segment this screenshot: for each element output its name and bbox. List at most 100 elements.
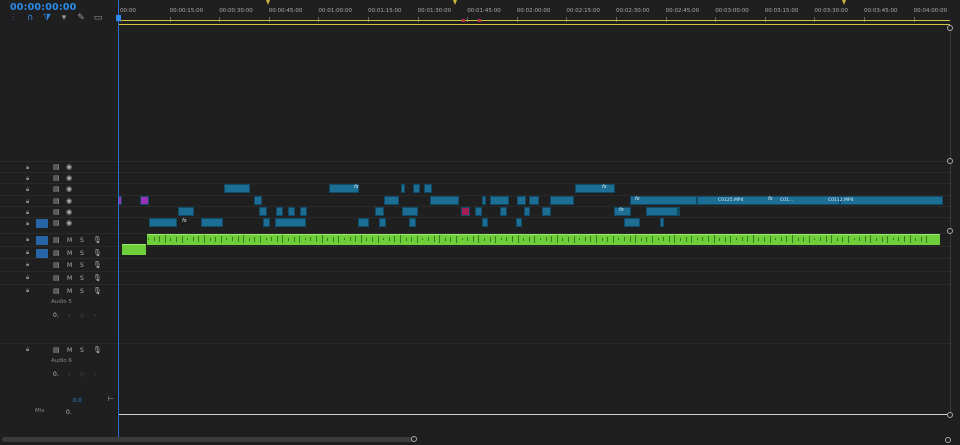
video-clip[interactable] (288, 206, 295, 216)
video-clip[interactable] (660, 218, 664, 227)
sync-lock-icon[interactable]: ▤ (53, 197, 60, 206)
eye-icon[interactable]: ◉ (66, 185, 72, 194)
video-clip[interactable] (529, 195, 539, 205)
time-ruler[interactable]: 00:00 00:00:15:00 00:00:30:00 00:00:45:00 00… (118, 0, 950, 25)
video-clip[interactable] (461, 206, 470, 216)
track-target-v6[interactable] (36, 163, 48, 172)
audio-lane[interactable] (118, 343, 950, 396)
mix-volume-line[interactable] (118, 414, 950, 415)
solo-button[interactable]: S (80, 236, 84, 245)
video-clip[interactable] (840, 195, 943, 205)
video-clip[interactable] (201, 218, 223, 227)
video-clip[interactable] (140, 195, 149, 205)
insert-snap-icon[interactable]: ⫶ (8, 13, 18, 23)
solo-button[interactable]: S (80, 274, 84, 283)
prev-keyframe-icon[interactable]: ‹ (68, 371, 70, 378)
solo-button[interactable]: S (80, 346, 84, 355)
mute-button[interactable]: M (67, 249, 72, 258)
fx-badge-icon[interactable]: fx (602, 184, 607, 190)
eye-icon[interactable]: ◉ (66, 219, 72, 228)
microphone-icon[interactable]: 🎙︎ (93, 236, 102, 245)
video-zoom-knob-top[interactable] (947, 25, 953, 31)
sync-lock-icon[interactable]: ▤ (53, 219, 60, 228)
video-clip[interactable] (475, 206, 482, 216)
track-target-a1[interactable] (36, 236, 48, 245)
track-target-a4[interactable] (36, 274, 48, 283)
video-clip[interactable] (409, 218, 416, 227)
track-target-a3[interactable] (36, 261, 48, 270)
expand-mix-icon[interactable]: ⊢ (108, 395, 114, 403)
video-clip[interactable] (482, 195, 486, 205)
audio-clip[interactable] (122, 244, 146, 255)
track-target-v1[interactable] (36, 219, 48, 228)
mute-button[interactable]: M (67, 236, 72, 245)
video-clip[interactable] (358, 218, 369, 227)
vertical-scrollbar[interactable] (950, 26, 951, 416)
video-clip[interactable] (259, 206, 267, 216)
video-clip[interactable] (424, 184, 432, 194)
video-clip[interactable] (379, 218, 386, 227)
video-clip[interactable] (575, 184, 615, 194)
lock-icon[interactable]: 🔒︎ (26, 220, 29, 228)
horizontal-scrollbar[interactable] (2, 437, 416, 442)
microphone-icon[interactable]: 🎙︎ (93, 346, 102, 355)
video-clip[interactable] (624, 218, 640, 227)
sync-lock-icon[interactable]: ▤ (53, 249, 60, 258)
video-clip[interactable] (413, 184, 420, 194)
timeline-marker[interactable] (453, 0, 457, 5)
sync-lock-icon[interactable]: ▤ (53, 274, 60, 283)
video-clip[interactable] (678, 206, 680, 216)
fx-badge-icon[interactable]: fx (635, 196, 640, 202)
video-clip[interactable] (490, 195, 509, 205)
sync-lock-icon[interactable]: ▤ (53, 236, 60, 245)
lock-icon[interactable]: 🔒︎ (26, 209, 29, 217)
video-clip[interactable] (500, 206, 507, 216)
in-out-marker[interactable] (478, 19, 481, 22)
video-clip[interactable] (254, 195, 262, 205)
video-clip[interactable] (276, 206, 283, 216)
timeline-tracks[interactable]: fx fx fx fx fx fx C0125.MP4 C01... C0112.MP4 (118, 161, 950, 437)
video-clip[interactable] (630, 195, 697, 205)
track-target-a2[interactable] (36, 248, 48, 258)
playhead-handle[interactable] (116, 15, 121, 21)
keyframe-icon[interactable]: ◇ (80, 312, 85, 319)
video-clip[interactable] (542, 206, 551, 216)
horizontal-zoom-knob[interactable] (411, 436, 417, 442)
fx-badge-icon[interactable]: fx (354, 184, 359, 190)
video-clip[interactable] (375, 206, 384, 216)
video-clip[interactable] (300, 206, 307, 216)
work-area-bar[interactable] (118, 20, 950, 21)
captions-icon[interactable]: ▭ (93, 13, 103, 23)
video-clip[interactable] (517, 195, 526, 205)
lock-icon[interactable]: 🔒︎ (26, 261, 29, 269)
mute-button[interactable]: M (67, 346, 72, 355)
track-target-v5[interactable] (36, 174, 48, 183)
sync-lock-icon[interactable]: ▤ (53, 208, 60, 217)
track-target-a6[interactable] (36, 346, 48, 355)
horizontal-zoom-knob-right[interactable] (945, 437, 951, 443)
track-volume[interactable]: 0. (53, 371, 59, 378)
video-clip[interactable] (516, 218, 522, 227)
marker-icon[interactable]: ▾ (59, 13, 69, 23)
track-volume[interactable]: 0. (53, 312, 59, 319)
next-keyframe-icon[interactable]: › (94, 312, 96, 319)
audio-lane[interactable] (118, 270, 950, 285)
mute-button[interactable]: M (67, 287, 72, 296)
audio-lane[interactable] (118, 284, 950, 344)
playhead-timecode[interactable]: 00:00:00:00 (10, 2, 76, 13)
eye-icon[interactable]: ◉ (66, 174, 72, 183)
audio-zoom-knob-bottom[interactable] (947, 412, 953, 418)
video-clip[interactable] (430, 195, 459, 205)
wrench-icon[interactable]: ✎ (76, 13, 86, 23)
audio-zoom-knob-top[interactable] (947, 228, 953, 234)
microphone-icon[interactable]: 🎙︎ (93, 274, 102, 283)
video-clip[interactable] (149, 218, 177, 227)
lock-icon[interactable]: 🔒︎ (26, 175, 29, 183)
video-clip[interactable] (646, 206, 678, 216)
lock-icon[interactable]: 🔒︎ (26, 287, 29, 295)
timeline-marker[interactable] (266, 0, 270, 5)
lock-icon[interactable]: 🔒︎ (26, 249, 29, 257)
video-clip[interactable] (482, 218, 488, 227)
keyframe-icon[interactable]: ◇ (80, 371, 85, 378)
eye-icon[interactable]: ◉ (66, 163, 72, 172)
